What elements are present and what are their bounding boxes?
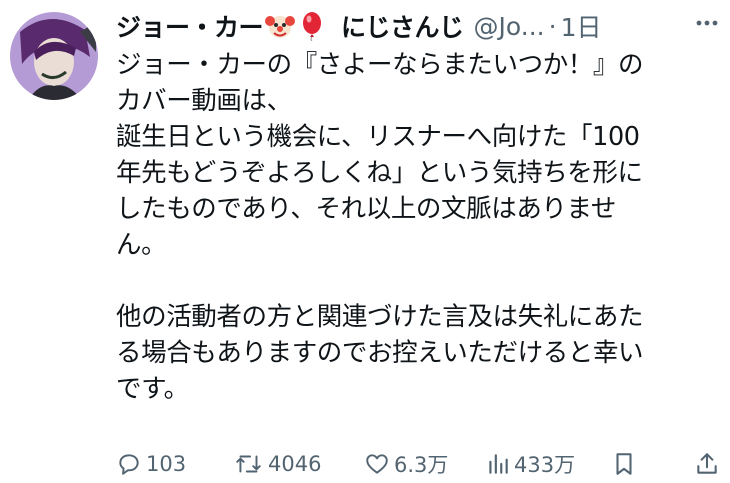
like-count: 6.3万 <box>394 453 449 477</box>
avatar[interactable] <box>10 12 98 100</box>
tweet-header: ジョー・カー にじさんじ @Jo... · 1日 <box>116 6 726 46</box>
author-affiliation: にじさんじ <box>341 13 464 42</box>
ellipsis-icon <box>696 20 718 26</box>
bookmark-icon <box>616 453 632 475</box>
tweet-actions-bar: 103 4046 6.3万 433万 <box>116 448 722 480</box>
repost-button[interactable]: 4046 <box>234 448 321 480</box>
author-display-name[interactable]: ジョー・カー <box>116 8 264 44</box>
clown-face-icon <box>265 11 296 41</box>
view-count: 433万 <box>514 453 576 477</box>
share-button[interactable] <box>694 448 720 480</box>
analytics-icon <box>489 454 508 474</box>
timestamp[interactable]: 1日 <box>561 8 602 44</box>
reply-icon <box>119 454 139 475</box>
repost-count: 4046 <box>268 452 322 476</box>
reply-count: 103 <box>146 452 187 476</box>
repost-icon <box>236 455 261 473</box>
balloon-icon <box>297 11 327 41</box>
share-icon <box>697 453 717 474</box>
reply-button[interactable]: 103 <box>116 448 186 480</box>
views-button[interactable]: 433万 <box>486 448 575 480</box>
author-handle[interactable]: @Jo... <box>474 12 545 41</box>
tweet-text: ジョー・カーの『さよーならまたいつか！』の カバー動画は、 誕生日という機会に、… <box>116 50 644 404</box>
bookmark-button[interactable] <box>612 448 636 480</box>
like-button[interactable]: 6.3万 <box>364 448 448 480</box>
more-options-button[interactable] <box>694 10 720 36</box>
separator-dot: · <box>548 11 557 41</box>
heart-icon <box>366 454 388 474</box>
